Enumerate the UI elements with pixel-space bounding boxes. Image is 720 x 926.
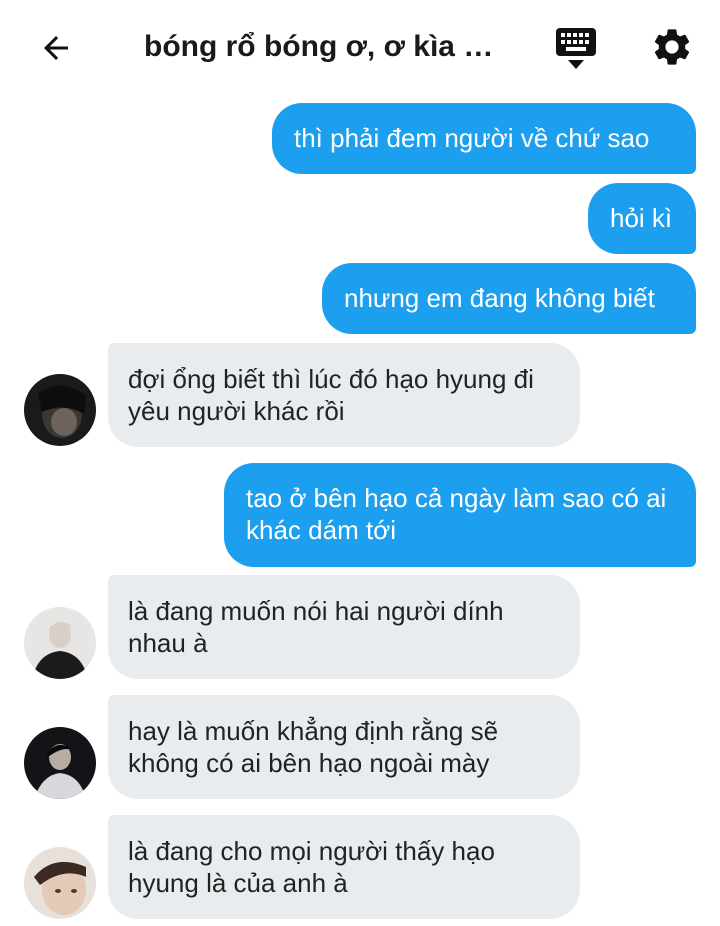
avatar[interactable]: [24, 847, 96, 919]
message-text: hay là muốn khẳng định rằng sẽ không có …: [128, 716, 499, 778]
message-bubble-outgoing[interactable]: thì phải đem người về chứ sao: [272, 103, 696, 174]
message-text: đợi ổng biết thì lúc đó hạo hyung đi yêu…: [128, 364, 534, 426]
gear-icon: [654, 29, 690, 65]
message-bubble-incoming[interactable]: là đang cho mọi người thấy hạo hyung là …: [108, 815, 580, 919]
message-text: là đang cho mọi người thấy hạo hyung là …: [128, 836, 495, 898]
chat-header: bóng rổ bóng ơ, ơ kìa b...: [0, 0, 720, 95]
message-bubble-incoming[interactable]: hay là muốn khẳng định rằng sẽ không có …: [108, 695, 580, 799]
keyboard-icon: [556, 28, 596, 69]
arrow-left-icon: [44, 36, 68, 60]
message-text: là đang muốn nói hai người dính nhau à: [128, 596, 504, 658]
message-bubble-outgoing[interactable]: nhưng em đang không biết: [322, 263, 696, 334]
avatar[interactable]: [24, 607, 96, 679]
keyboard-button[interactable]: [554, 26, 598, 72]
avatar[interactable]: [24, 374, 96, 446]
back-button[interactable]: [36, 28, 76, 68]
message-text: tao ở bên hạo cả ngày làm sao có ai khác…: [246, 483, 667, 545]
message-text: hỏi kì: [610, 203, 673, 233]
message-text: thì phải đem người về chứ sao: [294, 123, 650, 153]
settings-button[interactable]: [650, 25, 694, 69]
message-bubble-incoming[interactable]: đợi ổng biết thì lúc đó hạo hyung đi yêu…: [108, 343, 580, 447]
message-bubble-outgoing[interactable]: tao ở bên hạo cả ngày làm sao có ai khác…: [224, 463, 696, 567]
chat-title[interactable]: bóng rổ bóng ơ, ơ kìa b...: [144, 29, 504, 65]
message-bubble-outgoing[interactable]: hỏi kì: [588, 183, 696, 254]
message-bubble-incoming[interactable]: là đang muốn nói hai người dính nhau à: [108, 575, 580, 679]
avatar[interactable]: [24, 727, 96, 799]
message-text: nhưng em đang không biết: [344, 283, 655, 313]
